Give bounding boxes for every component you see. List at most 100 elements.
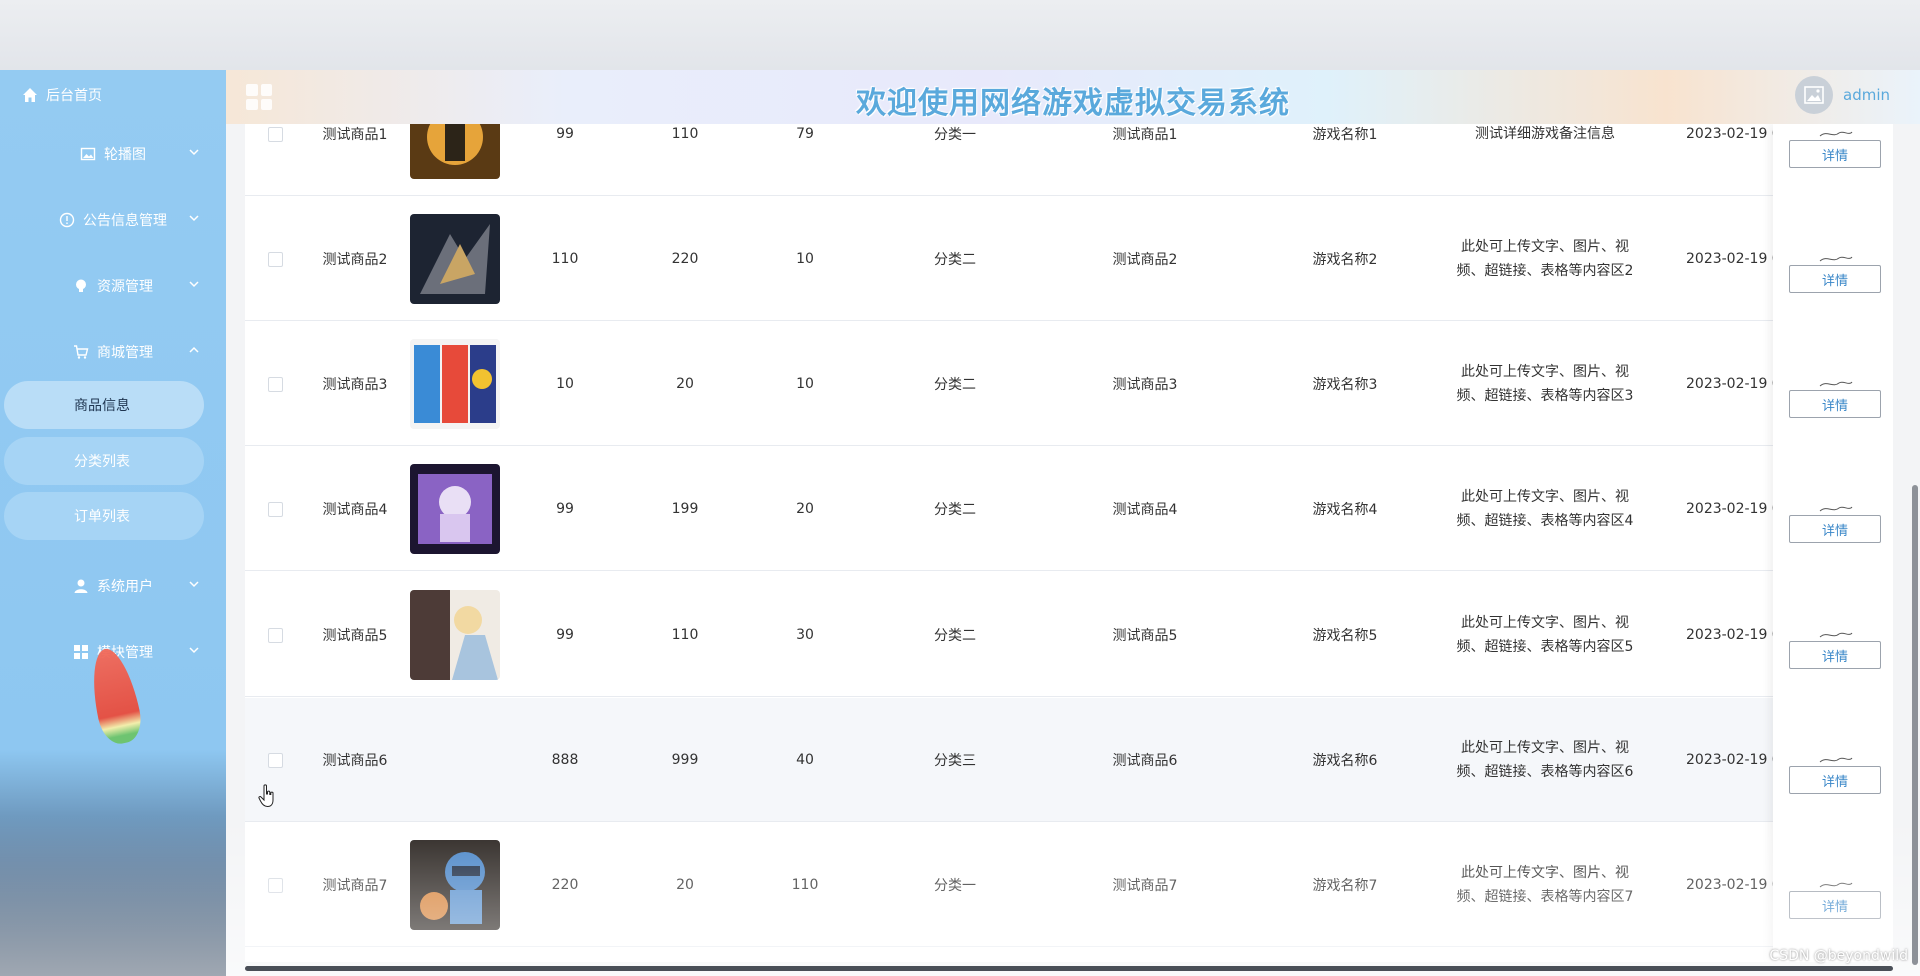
vine-decoration-icon [1819, 632, 1853, 638]
sidebar-item-carousel[interactable]: 轮播图 [0, 134, 226, 174]
sidebar-sub-product-info[interactable]: 商品信息 [4, 381, 204, 429]
sidebar-item-resources[interactable]: 资源管理 [0, 266, 226, 306]
product-table: 测试商品1 99 110 79 分类一 测试商品1 游戏名称1 测试详细游戏备注… [245, 124, 1893, 962]
cell-value-3: 110 [791, 877, 819, 893]
row-checkbox[interactable] [267, 627, 283, 643]
cell-image-empty [405, 698, 505, 822]
vine-decoration-icon [1819, 506, 1853, 512]
detail-button[interactable]: 详情 [1789, 265, 1881, 293]
cell-category: 分类三 [934, 753, 976, 769]
browser-top-strip [0, 0, 1920, 70]
cell-product-name: 测试商品2 [322, 252, 388, 268]
row-checkbox[interactable] [267, 251, 283, 267]
cell-product-name: 测试商品5 [322, 628, 388, 644]
detail-button[interactable]: 详情 [1789, 390, 1881, 418]
horizontal-scrollbar[interactable] [245, 966, 1893, 971]
vine-decoration-icon [1819, 131, 1853, 137]
cell-value-2: 20 [676, 376, 694, 392]
detail-button[interactable]: 详情 [1789, 766, 1881, 794]
cell-product-name: 测试商品6 [322, 753, 388, 769]
cell-date: 2023-02-19 09 [1686, 376, 1776, 392]
cell-note: 此处可上传文字、图片、视频、超链接、表格等内容区2 [1456, 239, 1634, 279]
sidebar-item-label: 轮播图 [104, 147, 146, 163]
table-row: 测试商品2 110 220 10 分类二 测试商品2 游戏名称2 此处可上传文字… [245, 197, 1893, 321]
row-checkbox[interactable] [267, 501, 283, 517]
cell-product-name: 测试商品4 [322, 502, 388, 518]
sidebar-item-label: 资源管理 [97, 279, 153, 295]
cell-value-3: 40 [796, 752, 814, 768]
cell-product-name-2: 测试商品7 [1112, 878, 1178, 894]
chevron-down-icon [189, 281, 199, 288]
product-image [410, 464, 500, 554]
cell-image [405, 823, 505, 947]
cell-value-1: 110 [551, 251, 579, 267]
table-row: 测试商品4 99 199 20 分类二 测试商品4 游戏名称4 此处可上传文字、… [245, 447, 1893, 571]
vine-decoration-icon [1819, 757, 1853, 763]
sidebar-sub-label: 分类列表 [74, 454, 130, 470]
cell-value-1: 99 [556, 126, 574, 142]
cell-date: 2023-02-19 09 [1686, 501, 1776, 517]
cell-note: 测试详细游戏备注信息 [1475, 126, 1615, 142]
cell-category: 分类一 [934, 127, 976, 143]
cell-category: 分类一 [934, 878, 976, 894]
sidebar-sub-order-list[interactable]: 订单列表 [4, 492, 204, 540]
sidebar-item-system-users[interactable]: 系统用户 [0, 566, 226, 606]
cell-game-name: 游戏名称1 [1312, 127, 1378, 143]
cell-product-name: 测试商品3 [322, 377, 388, 393]
cell-value-3: 10 [796, 251, 814, 267]
cell-product-name-2: 测试商品2 [1112, 252, 1178, 268]
vertical-scrollbar[interactable] [1912, 485, 1918, 965]
product-image [410, 339, 500, 429]
row-select-cell [245, 447, 305, 571]
detail-button[interactable]: 详情 [1789, 641, 1881, 669]
cell-value-2: 20 [676, 877, 694, 893]
row-checkbox[interactable] [267, 877, 283, 893]
sidebar-item-shop[interactable]: 商城管理 [0, 332, 226, 372]
row-checkbox[interactable] [267, 126, 283, 142]
avatar[interactable] [1795, 76, 1833, 114]
product-image [410, 214, 500, 304]
sidebar-sub-category-list[interactable]: 分类列表 [4, 437, 204, 485]
cell-value-1: 888 [551, 752, 579, 768]
username[interactable]: admin [1843, 86, 1890, 104]
user-icon [74, 579, 88, 593]
sidebar-home-label: 后台首页 [46, 88, 102, 104]
row-select-cell [245, 322, 305, 446]
cell-category: 分类二 [934, 252, 976, 268]
sidebar-item-announcements[interactable]: 公告信息管理 [0, 200, 226, 240]
cell-image [405, 322, 505, 446]
row-checkbox[interactable] [267, 376, 283, 392]
chevron-up-icon [189, 346, 199, 353]
chevron-down-icon [189, 149, 199, 156]
sidebar-item-label: 商城管理 [97, 345, 153, 361]
cell-note: 此处可上传文字、图片、视频、超链接、表格等内容区7 [1456, 865, 1634, 905]
product-image [410, 124, 500, 179]
cell-value-1: 10 [556, 376, 574, 392]
cell-game-name: 游戏名称5 [1312, 628, 1378, 644]
cell-value-1: 220 [551, 877, 579, 893]
cell-product-name-2: 测试商品5 [1112, 628, 1178, 644]
detail-button[interactable]: 详情 [1789, 515, 1881, 543]
cell-value-3: 10 [796, 376, 814, 392]
detail-button[interactable]: 详情 [1789, 891, 1881, 919]
table-row: 测试商品1 99 110 79 分类一 测试商品1 游戏名称1 测试详细游戏备注… [245, 124, 1893, 196]
cell-value-2: 999 [671, 752, 699, 768]
info-icon [59, 212, 75, 228]
grid-icon [74, 645, 88, 659]
bulb-icon [76, 279, 86, 292]
cell-game-name: 游戏名称2 [1312, 252, 1378, 268]
chevron-down-icon [189, 647, 199, 654]
vine-decoration-icon [1819, 381, 1853, 387]
sidebar-home-link[interactable]: 后台首页 [22, 84, 102, 106]
cell-value-2: 110 [671, 126, 699, 142]
watermark: CSDN @beyondwild [1769, 948, 1908, 964]
detail-button[interactable]: 详情 [1789, 140, 1881, 168]
cell-date: 2023-02-19 09 [1686, 752, 1776, 768]
cell-value-3: 79 [796, 126, 814, 142]
row-select-cell [245, 823, 305, 947]
cell-value-1: 99 [556, 627, 574, 643]
cell-note: 此处可上传文字、图片、视频、超链接、表格等内容区5 [1456, 615, 1634, 655]
user-menu[interactable]: admin [1795, 76, 1890, 114]
table-row: 测试商品3 10 20 10 分类二 测试商品3 游戏名称3 此处可上传文字、图… [245, 322, 1893, 446]
row-checkbox[interactable] [267, 752, 283, 768]
